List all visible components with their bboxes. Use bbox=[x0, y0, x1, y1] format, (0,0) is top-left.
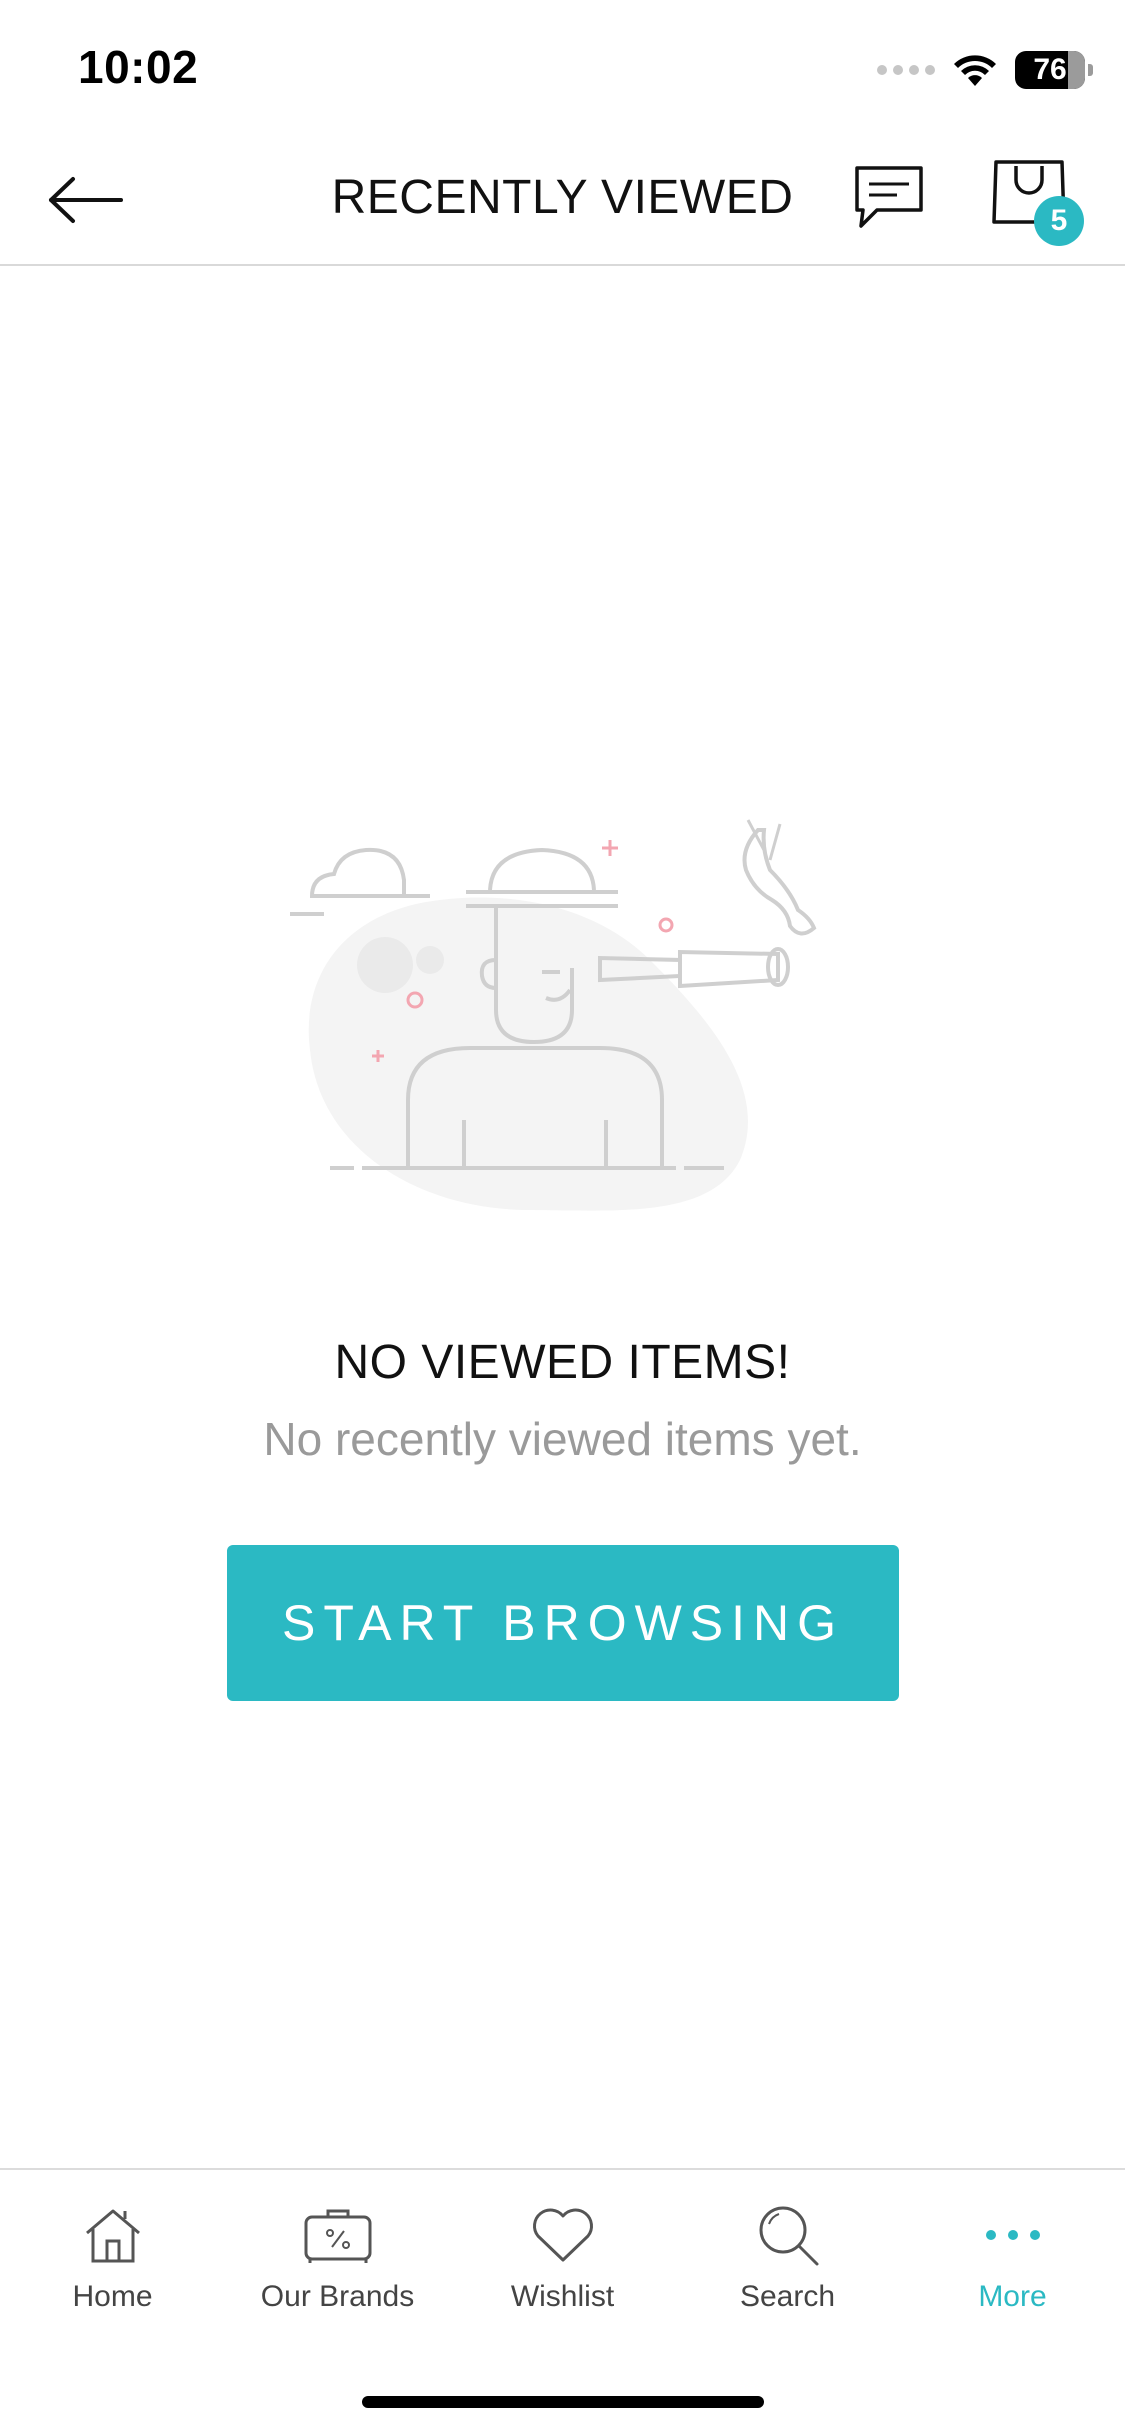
start-browsing-button[interactable]: START BROWSING bbox=[227, 1545, 899, 1701]
tab-search[interactable]: Search bbox=[675, 2170, 900, 2320]
wifi-icon bbox=[954, 55, 996, 86]
empty-state-title: NO VIEWED ITEMS! bbox=[334, 1336, 791, 1389]
status-indicators: 76 bbox=[877, 48, 1093, 92]
cart-button[interactable]: 5 bbox=[982, 150, 1084, 250]
tab-our-brands[interactable]: Our Brands bbox=[225, 2170, 450, 2320]
heart-icon bbox=[523, 2200, 603, 2270]
tab-more-label: More bbox=[978, 2280, 1047, 2313]
header: RECENTLY VIEWED 5 bbox=[0, 130, 1125, 266]
more-icon bbox=[973, 2200, 1053, 2270]
status-bar: 10:02 76 bbox=[0, 0, 1125, 130]
home-icon bbox=[73, 2200, 153, 2270]
empty-state-illustration bbox=[290, 819, 817, 1211]
tab-home[interactable]: Home bbox=[0, 2170, 225, 2320]
battery-icon: 76 bbox=[1015, 51, 1093, 89]
tab-more[interactable]: More bbox=[900, 2170, 1125, 2320]
empty-state-subtitle: No recently viewed items yet. bbox=[263, 1413, 862, 1465]
search-icon bbox=[748, 2200, 828, 2270]
chat-button[interactable] bbox=[846, 158, 932, 238]
tab-search-label: Search bbox=[739, 2280, 836, 2313]
tab-wishlist-label: Wishlist bbox=[510, 2280, 615, 2313]
cellular-signal-icon bbox=[877, 65, 935, 75]
home-indicator bbox=[362, 2396, 764, 2408]
page-title: RECENTLY VIEWED bbox=[331, 171, 794, 224]
tab-wishlist[interactable]: Wishlist bbox=[450, 2170, 675, 2320]
tab-our-brands-label: Our Brands bbox=[260, 2280, 415, 2313]
battery-percentage: 76 bbox=[1033, 53, 1067, 86]
chat-icon bbox=[855, 166, 923, 228]
brands-icon bbox=[298, 2200, 378, 2270]
tab-home-label: Home bbox=[72, 2280, 153, 2313]
status-time: 10:02 bbox=[78, 41, 199, 93]
cart-count-badge: 5 bbox=[1034, 196, 1084, 246]
